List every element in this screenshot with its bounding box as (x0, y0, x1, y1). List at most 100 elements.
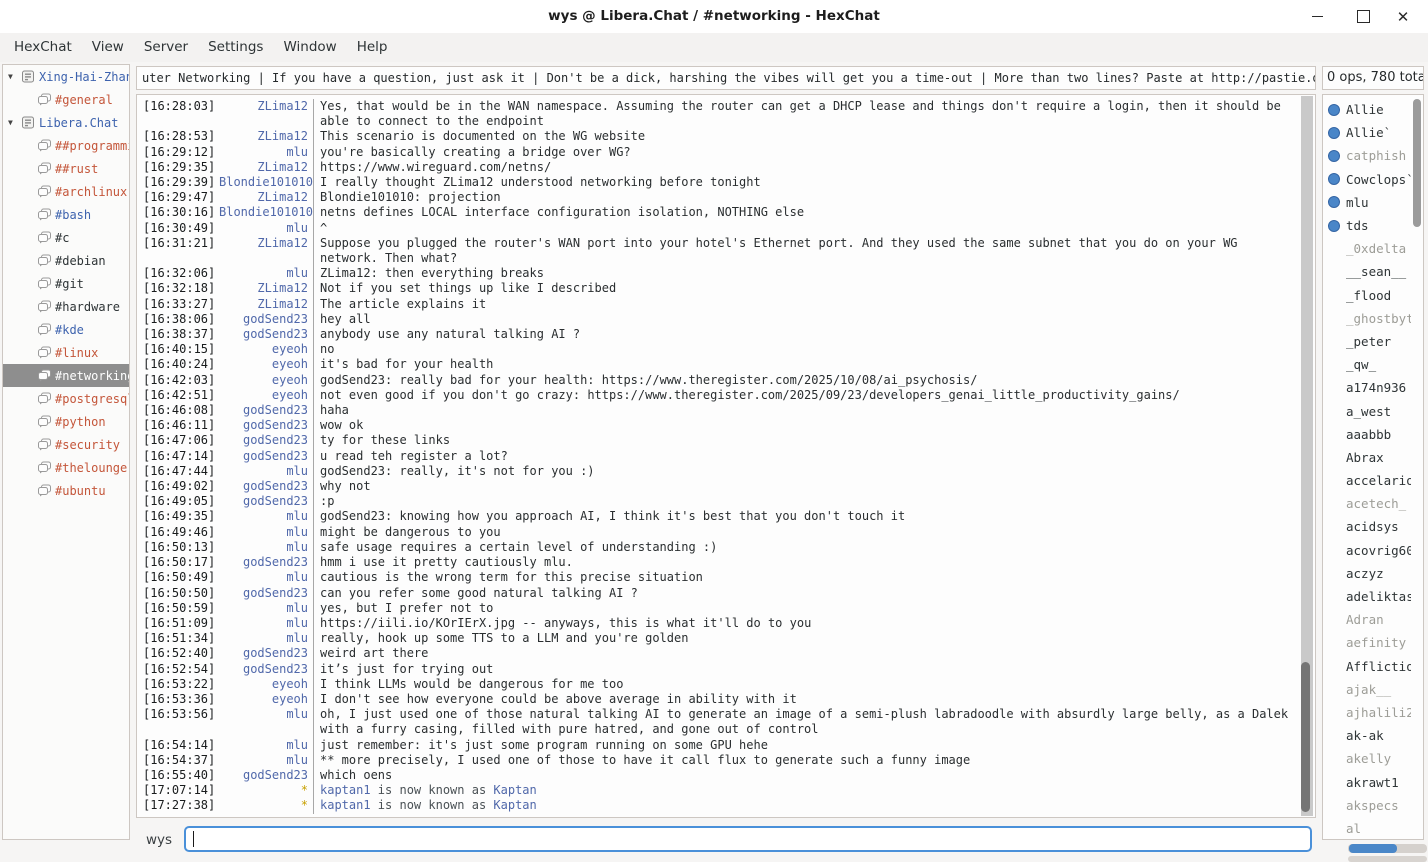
nick[interactable]: eyeoh (219, 692, 313, 707)
nick[interactable]: godSend23 (219, 312, 313, 327)
sidebar-item-thelounge[interactable]: #thelounge (3, 456, 129, 479)
user-list-item[interactable]: a_west (1323, 399, 1411, 422)
close-icon[interactable]: ✕ (1386, 0, 1420, 33)
sidebar-item-c[interactable]: #c (3, 226, 129, 249)
nick[interactable]: mlu (219, 616, 313, 631)
minimize-icon[interactable] (1300, 0, 1334, 33)
user-list-item[interactable]: Allie` (1323, 121, 1411, 144)
nick[interactable]: * (219, 798, 313, 813)
tree-network-row[interactable]: ▼Xing-Hai-Zhan (3, 65, 129, 88)
nick[interactable]: mlu (219, 753, 313, 768)
user-list-item[interactable]: al (1323, 817, 1411, 840)
nick[interactable]: ZLima12 (219, 99, 313, 129)
user-list-item[interactable]: akelly (1323, 747, 1411, 770)
menu-item-server[interactable]: Server (134, 33, 198, 62)
nick[interactable]: * (219, 783, 313, 798)
nick[interactable]: ZLima12 (219, 160, 313, 175)
maximize-icon[interactable] (1346, 0, 1380, 33)
expander-icon[interactable]: ▼ (8, 118, 21, 127)
message-link[interactable]: https://www.theregister.com/2025/10/08/a… (602, 373, 978, 387)
nick[interactable]: Blondie101010 (219, 175, 313, 190)
user-list-item[interactable]: aczyz (1323, 562, 1411, 585)
message-link[interactable]: https://www.wireguard.com/netns/ (320, 160, 551, 174)
nick[interactable]: mlu (219, 145, 313, 160)
nick[interactable]: godSend23 (219, 646, 313, 661)
nick[interactable]: Blondie101010 (219, 205, 313, 220)
message-link[interactable]: https://www.theregister.com/2025/09/23/d… (587, 388, 1179, 402)
user-list-item[interactable]: akrawt1 (1323, 770, 1411, 793)
user-list-item[interactable]: Allie (1323, 98, 1411, 121)
user-list-item[interactable]: _ghostbyt (1323, 307, 1411, 330)
userlist-scrollbar-thumb[interactable] (1413, 99, 1421, 227)
nick[interactable]: godSend23 (219, 418, 313, 433)
sidebar-item-kde[interactable]: #kde (3, 318, 129, 341)
user-list-item[interactable]: adeliktas (1323, 585, 1411, 608)
nick[interactable]: eyeoh (219, 677, 313, 692)
nick[interactable]: mlu (219, 570, 313, 585)
sidebar-item-networking[interactable]: #networking (3, 364, 129, 387)
user-list-item[interactable]: a174n936 (1323, 376, 1411, 399)
sidebar-item-security[interactable]: #security (3, 433, 129, 456)
user-list-item[interactable]: Cowclops` (1323, 168, 1411, 191)
nick[interactable]: godSend23 (219, 586, 313, 601)
user-list-item[interactable]: ajak__ (1323, 678, 1411, 701)
nick[interactable]: godSend23 (219, 479, 313, 494)
nick[interactable]: eyeoh (219, 342, 313, 357)
user-list-item[interactable]: __sean__ (1323, 260, 1411, 283)
sidebar-item-programming[interactable]: ##programming (3, 134, 129, 157)
nick[interactable]: godSend23 (219, 768, 313, 783)
nick[interactable]: mlu (219, 540, 313, 555)
menu-item-hexchat[interactable]: HexChat (4, 33, 82, 62)
nick[interactable]: mlu (219, 221, 313, 236)
menu-item-help[interactable]: Help (347, 33, 398, 62)
topic-bar[interactable]: uter Networking | If you have a question… (136, 66, 1316, 90)
user-list-item[interactable]: Afflictio (1323, 655, 1411, 678)
nick[interactable]: mlu (219, 509, 313, 524)
user-list-item[interactable]: catphish (1323, 144, 1411, 167)
nick[interactable]: godSend23 (219, 449, 313, 464)
sidebar-item-debian[interactable]: #debian (3, 249, 129, 272)
user-list-item[interactable]: acovrig60 (1323, 539, 1411, 562)
nick[interactable]: mlu (219, 266, 313, 281)
nick[interactable]: eyeoh (219, 388, 313, 403)
user-list-item[interactable]: _qw_ (1323, 353, 1411, 376)
expander-icon[interactable]: ▼ (8, 72, 21, 81)
sidebar-item-postgresql[interactable]: #postgresql (3, 387, 129, 410)
sidebar-item-hardware[interactable]: #hardware (3, 295, 129, 318)
nick[interactable]: ZLima12 (219, 297, 313, 312)
user-list-item[interactable]: Abrax (1323, 446, 1411, 469)
chat-scrollbar-thumb[interactable] (1301, 662, 1310, 812)
sidebar-item-archlinux[interactable]: #archlinux (3, 180, 129, 203)
user-list-item[interactable]: ajhalili2 (1323, 701, 1411, 724)
user-list-item[interactable]: aaabbb (1323, 423, 1411, 446)
userlist-horizontal-scrollbar[interactable] (1348, 844, 1427, 853)
nick[interactable]: mlu (219, 525, 313, 540)
nick[interactable]: godSend23 (219, 662, 313, 677)
user-list-item[interactable]: accelario (1323, 469, 1411, 492)
userlist-hscrollbar-handle[interactable] (1349, 844, 1397, 853)
nick[interactable]: eyeoh (219, 357, 313, 372)
user-list-item[interactable]: _flood (1323, 284, 1411, 307)
user-list-item[interactable]: Adran (1323, 608, 1411, 631)
menu-item-window[interactable]: Window (273, 33, 346, 62)
nick[interactable]: mlu (219, 738, 313, 753)
nick[interactable]: godSend23 (219, 494, 313, 509)
sidebar-item-bash[interactable]: #bash (3, 203, 129, 226)
nick[interactable]: mlu (219, 464, 313, 479)
user-list-item[interactable]: aefinity (1323, 631, 1411, 654)
sidebar-item-git[interactable]: #git (3, 272, 129, 295)
nick[interactable]: ZLima12 (219, 281, 313, 296)
menu-item-settings[interactable]: Settings (198, 33, 273, 62)
nick[interactable]: godSend23 (219, 327, 313, 342)
user-list-item[interactable]: tds (1323, 214, 1411, 237)
menu-item-view[interactable]: View (82, 33, 134, 62)
user-list-item[interactable]: mlu (1323, 191, 1411, 214)
sidebar-item-linux[interactable]: #linux (3, 341, 129, 364)
user-list-item[interactable]: acidsys (1323, 515, 1411, 538)
chat-vertical-scrollbar[interactable] (1301, 96, 1313, 816)
bottom-scrollbar-track[interactable] (1348, 856, 1427, 862)
nick[interactable]: godSend23 (219, 403, 313, 418)
nick[interactable]: mlu (219, 601, 313, 616)
nick[interactable]: ZLima12 (219, 236, 313, 266)
message-input[interactable] (184, 826, 1312, 852)
